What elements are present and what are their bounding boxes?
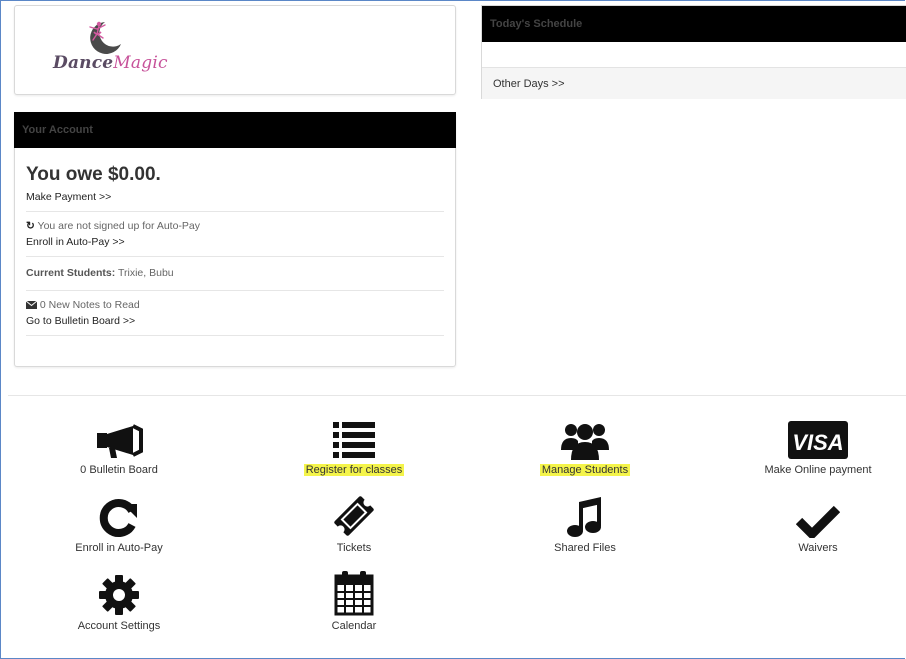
- current-students: Current Students: Trixie, Bubu: [26, 265, 444, 281]
- autopay-status: ↻ You are not signed up for Auto-Pay: [26, 218, 444, 234]
- section-divider: [8, 395, 906, 396]
- tile-manage-students-label: Manage Students: [539, 464, 631, 476]
- tile-tickets-label: Tickets: [336, 542, 372, 554]
- tile-calendar-label: Calendar: [331, 620, 377, 632]
- account-panel: Your Account You owe $0.00. Make Payment…: [14, 112, 456, 367]
- tile-waivers-label: Waivers: [798, 542, 838, 554]
- refresh-icon: ↻: [26, 220, 35, 232]
- dancer-moon-icon: [89, 21, 121, 54]
- tile-register-classes-label: Register for classes: [303, 464, 405, 476]
- schedule-panel: Today's Schedule Other Days >>: [481, 5, 906, 99]
- tile-tickets[interactable]: Tickets: [279, 492, 429, 554]
- schedule-body: [482, 42, 906, 68]
- students-label: Current Students:: [26, 267, 116, 279]
- logo-word-magic: Magic: [113, 53, 168, 73]
- users-icon: [561, 424, 609, 460]
- checkmark-icon: [796, 505, 840, 538]
- balance-owed: You owe $0.00.: [26, 164, 161, 185]
- divider: [26, 335, 444, 336]
- account-header: Your Account: [14, 112, 456, 148]
- tile-online-payment-label: Make Online payment: [764, 464, 872, 476]
- tile-register-classes[interactable]: Register for classes: [279, 414, 429, 476]
- divider: [26, 256, 444, 257]
- make-payment-link[interactable]: Make Payment >>: [26, 189, 444, 205]
- account-title: Your Account: [22, 124, 93, 136]
- list-icon: [333, 422, 375, 458]
- megaphone-icon: [97, 424, 143, 458]
- autopay-status-text: You are not signed up for Auto-Pay: [37, 220, 201, 232]
- students-value: Trixie, Bubu: [117, 267, 174, 279]
- tile-waivers[interactable]: Waivers: [743, 492, 893, 554]
- tile-bulletin-board[interactable]: 0 Bulletin Board: [44, 414, 194, 476]
- tile-account-settings-label: Account Settings: [77, 620, 161, 632]
- tile-account-settings[interactable]: Account Settings: [44, 570, 194, 632]
- visa-card-icon: VISA: [788, 421, 848, 459]
- tile-calendar[interactable]: Calendar: [279, 570, 429, 632]
- logo-panel: DanceMagic: [14, 5, 456, 95]
- tile-bulletin-board-label: 0 Bulletin Board: [80, 464, 158, 476]
- schedule-footer: Other Days >>: [482, 68, 906, 99]
- schedule-header: Today's Schedule: [482, 6, 906, 42]
- schedule-title: Today's Schedule: [490, 18, 583, 30]
- calendar-icon: [334, 571, 374, 616]
- envelope-icon: [25, 300, 38, 310]
- notes-status: 0 New Notes to Read: [25, 297, 444, 313]
- tile-enroll-autopay-label: Enroll in Auto-Pay: [75, 542, 163, 554]
- tile-shared-files[interactable]: Shared Files: [510, 492, 660, 554]
- tile-shared-files-label: Shared Files: [554, 542, 616, 554]
- notes-text: 0 New Notes to Read: [39, 299, 140, 311]
- other-days-link[interactable]: Other Days >>: [493, 78, 565, 90]
- divider: [26, 211, 444, 212]
- enroll-autopay-link[interactable]: Enroll in Auto-Pay >>: [26, 234, 444, 250]
- music-note-icon: [567, 497, 601, 537]
- divider: [26, 290, 444, 291]
- bulletin-board-link[interactable]: Go to Bulletin Board >>: [26, 313, 444, 329]
- tile-enroll-autopay[interactable]: Enroll in Auto-Pay: [44, 492, 194, 554]
- ticket-icon: [334, 496, 374, 536]
- visa-text: VISA: [792, 430, 843, 455]
- logo-wordmark: DanceMagic: [53, 53, 168, 73]
- tile-manage-students[interactable]: Manage Students: [510, 414, 660, 476]
- gear-icon: [99, 575, 139, 615]
- logo-word-dance: Dance: [53, 53, 114, 73]
- refresh-icon: [99, 499, 137, 537]
- tile-online-payment[interactable]: VISA Make Online payment: [743, 414, 893, 476]
- dance-magic-logo[interactable]: DanceMagic: [53, 18, 173, 88]
